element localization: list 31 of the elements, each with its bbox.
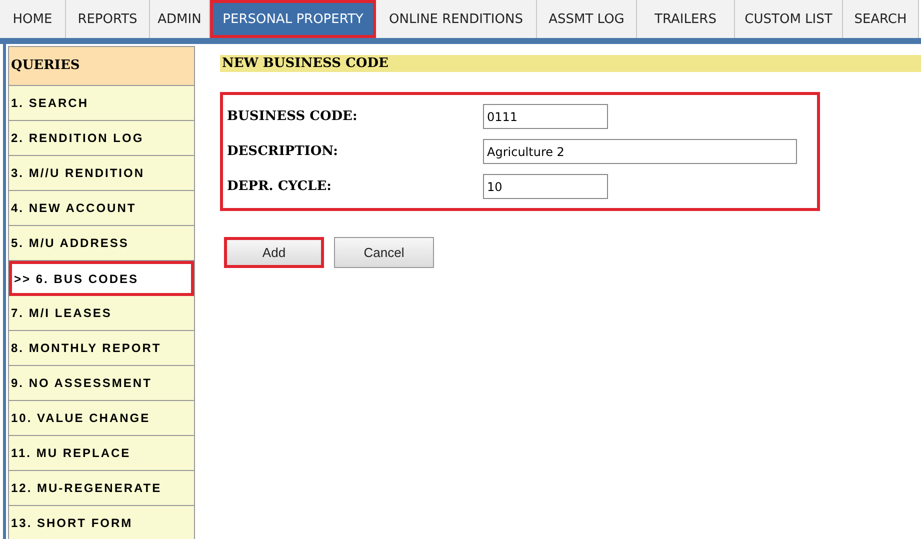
nav-tab[interactable]: ASSMT LOG bbox=[537, 0, 637, 38]
sidebar-item[interactable]: 12. MU-REGENERATE bbox=[9, 471, 194, 506]
sidebar-item[interactable]: 7. M/I LEASES bbox=[9, 296, 194, 331]
sidebar-item[interactable]: 1. SEARCH bbox=[9, 86, 194, 121]
field-label: BUSINESS CODE: bbox=[227, 108, 358, 126]
nav-tab[interactable]: CUSTOM LIST bbox=[735, 0, 843, 38]
cancel-button[interactable]: Cancel bbox=[334, 237, 434, 268]
input-field[interactable]: 0111 bbox=[483, 104, 608, 129]
sidebar-item[interactable]: 2. RENDITION LOG bbox=[9, 121, 194, 156]
nav-tab[interactable]: TRAILERS bbox=[637, 0, 735, 38]
section-header: NEW BUSINESS CODE bbox=[220, 55, 921, 72]
sidebar-item[interactable]: >> 6. BUS CODES bbox=[9, 261, 194, 296]
sidebar-title: QUERIES bbox=[9, 47, 194, 86]
field-label: DESCRIPTION: bbox=[227, 142, 339, 161]
sidebar-item[interactable]: 8. MONTHLY REPORT bbox=[9, 331, 194, 366]
sidebar-item[interactable]: 10. VALUE CHANGE bbox=[9, 401, 194, 436]
input-field[interactable]: 10 bbox=[483, 174, 608, 199]
field-label: DEPR. CYCLE: bbox=[227, 178, 332, 196]
nav-tab[interactable]: ONLINE RENDITIONS bbox=[376, 0, 537, 38]
nav-tab[interactable]: PERSONAL PROPERTY bbox=[210, 0, 376, 38]
nav-tab[interactable]: REPORTS bbox=[66, 0, 150, 38]
sidebar-item[interactable]: 11. MU REPLACE bbox=[9, 436, 194, 471]
add-button[interactable]: Add bbox=[224, 237, 324, 268]
nav-tab[interactable]: HOME bbox=[0, 0, 66, 38]
sidebar-item[interactable]: 3. M//U RENDITION bbox=[9, 156, 194, 191]
nav-tab[interactable]: SEARCH bbox=[843, 0, 919, 38]
sidebar-item[interactable]: 4. NEW ACCOUNT bbox=[9, 191, 194, 226]
sidebar-item[interactable]: 9. NO ASSESSMENT bbox=[9, 366, 194, 401]
nav-tab[interactable]: ADMIN bbox=[150, 0, 210, 38]
input-field[interactable]: Agriculture 2 bbox=[483, 139, 797, 164]
sidebar-item[interactable]: 13. SHORT FORM bbox=[9, 506, 194, 539]
